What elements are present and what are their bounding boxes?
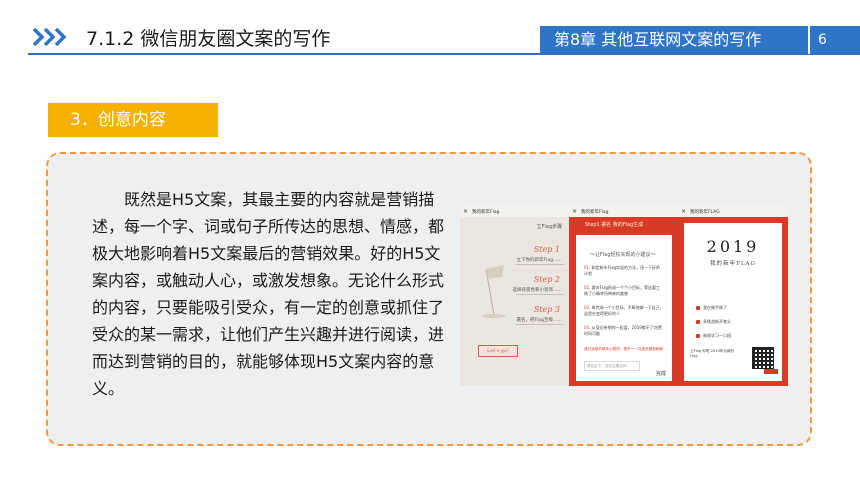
body-text: 既然是H5文案，其最主要的内容就是营销描述，每一个字、词或句子所传达的思想、情感… [92,186,454,402]
qr-code-icon [752,347,774,369]
close-icon: × [681,208,687,215]
step-label: Step 3 [533,305,560,314]
step-desc: 立下你的新年Flag…… [516,258,562,263]
lets-go-button[interactable]: Let's go! [478,345,518,357]
bullet-icon [696,306,700,310]
done-button[interactable]: 完成 [656,370,666,377]
step-divider [516,324,564,325]
body-paragraph: 既然是H5文案，其最主要的内容就是营销描述，每一个字、词或句子所传达的思想、情感… [92,190,445,398]
phone-title: 我的新年Flag [581,209,609,215]
section-badge: 3．创意内容 [48,103,218,137]
step-desc: 署名，把Flag至每…… [516,318,562,323]
tips-heading: ～让Flag轻松实现的小建议～ [590,252,656,258]
step-label: Step 1 [533,245,560,254]
steps-heading: 立Flag步骤 [536,224,562,230]
phone-mockup-tips: × 我的新年Flag Step1 署名 我的Flag生成 ～让Flag轻松实现的… [569,206,679,386]
step-divider [516,294,564,295]
flag-item-text: 多挑战新开笔头 [703,319,731,324]
tip-item: 02. 要对Flag拆成一个个小目标，等这要工做了小确幸所带来的美感 [584,285,664,297]
close-icon: × [463,208,469,215]
section-title: 7.1.2 微信朋友圈文案的写作 [86,28,331,50]
tips-card: ～让Flag轻松实现的小建议～ 01. 制定新年Flag实现的方法，逐一下好的计… [576,235,672,381]
flag-item-text: 我在做手账了 [703,305,727,310]
tip-item: 03. 每完成一个小目标，不断地做一下自己，这是在变得更好的人 [584,305,664,317]
flag-item: 多挑战新开笔头 [696,319,731,325]
tip-text: 要对Flag拆成一个个小目标，等这要工做了小确幸所带来的美感 [584,285,661,296]
tip-number: 01. [584,265,591,270]
bullet-icon [696,334,700,338]
tip-text: 从身边亲朋的一起监，2019都不了花费时间可能 [584,325,662,336]
stamp-icon [764,369,778,374]
tip-text: 每完成一个小目标，不断地做一下自己，这是在变得更好的人 [584,305,664,316]
step-divider [516,264,564,265]
bullet-icon [696,320,700,324]
phone-mockup-flag-card: × 我的新年FLAG 2019 我的新年FLAG 我在做手账了 多挑战新开笔头 … [678,206,788,386]
flag-item: 每周学习一口园 [696,333,731,339]
phone-title-bar: × 我的新年Flag [460,206,570,217]
phone-title: 我的新年Flag [472,209,500,215]
tip-number: 02. [584,285,591,290]
tip-number: 03. [584,305,591,310]
phone-title-bar: × 我的新年FLAG [678,206,788,217]
tip-text: 制定新年Flag实现的方法，逐一下好的计划 [584,265,661,276]
agreement-checkbox[interactable]: 我已读取的新年心愿的，想开一一并逐步做到刷新 [584,347,664,352]
flag-item-text: 每周学习一口园 [703,333,731,338]
double-chevron-right-icon [32,27,67,47]
flag-year: 2019 [706,237,760,256]
flag-item: 我在做手账了 [696,305,727,311]
page-number: 6 [808,26,860,54]
phone-title: 我的新年FLAG [690,209,720,215]
tip-number: 04. [584,325,591,330]
close-icon: × [572,208,578,215]
signature-input[interactable]: 请在此下，还在后看这吗 [584,361,640,371]
phone-mockup-steps: × 我的新年Flag 立Flag步骤 Step 1 立下你的新年Flag…… S… [460,206,570,386]
tip-item: 01. 制定新年Flag实现的方法，逐一下好的计划 [584,265,664,277]
step-desc: 选择背景色和小装饰…… [512,288,563,293]
flag-illustration-icon [482,265,506,318]
step-label: Step 2 [533,275,560,284]
flag-card: 2019 我的新年FLAG 我在做手账了 多挑战新开笔头 每周学习一口园 立Fl… [684,223,782,381]
tip-item: 04. 从身边亲朋的一起监，2019都不了花费时间可能 [584,325,664,337]
flag-footer: 立Flag 你呢 2019年为新的Flag [690,349,735,358]
chapter-label: 第8章 其他互联网文案的写作 [540,26,808,54]
phone-title-bar: × 我的新年Flag [569,206,679,217]
phone-tabs: Step1 署名 我的Flag生成 [585,222,644,228]
flag-subtitle: 我的新年FLAG [710,261,756,267]
